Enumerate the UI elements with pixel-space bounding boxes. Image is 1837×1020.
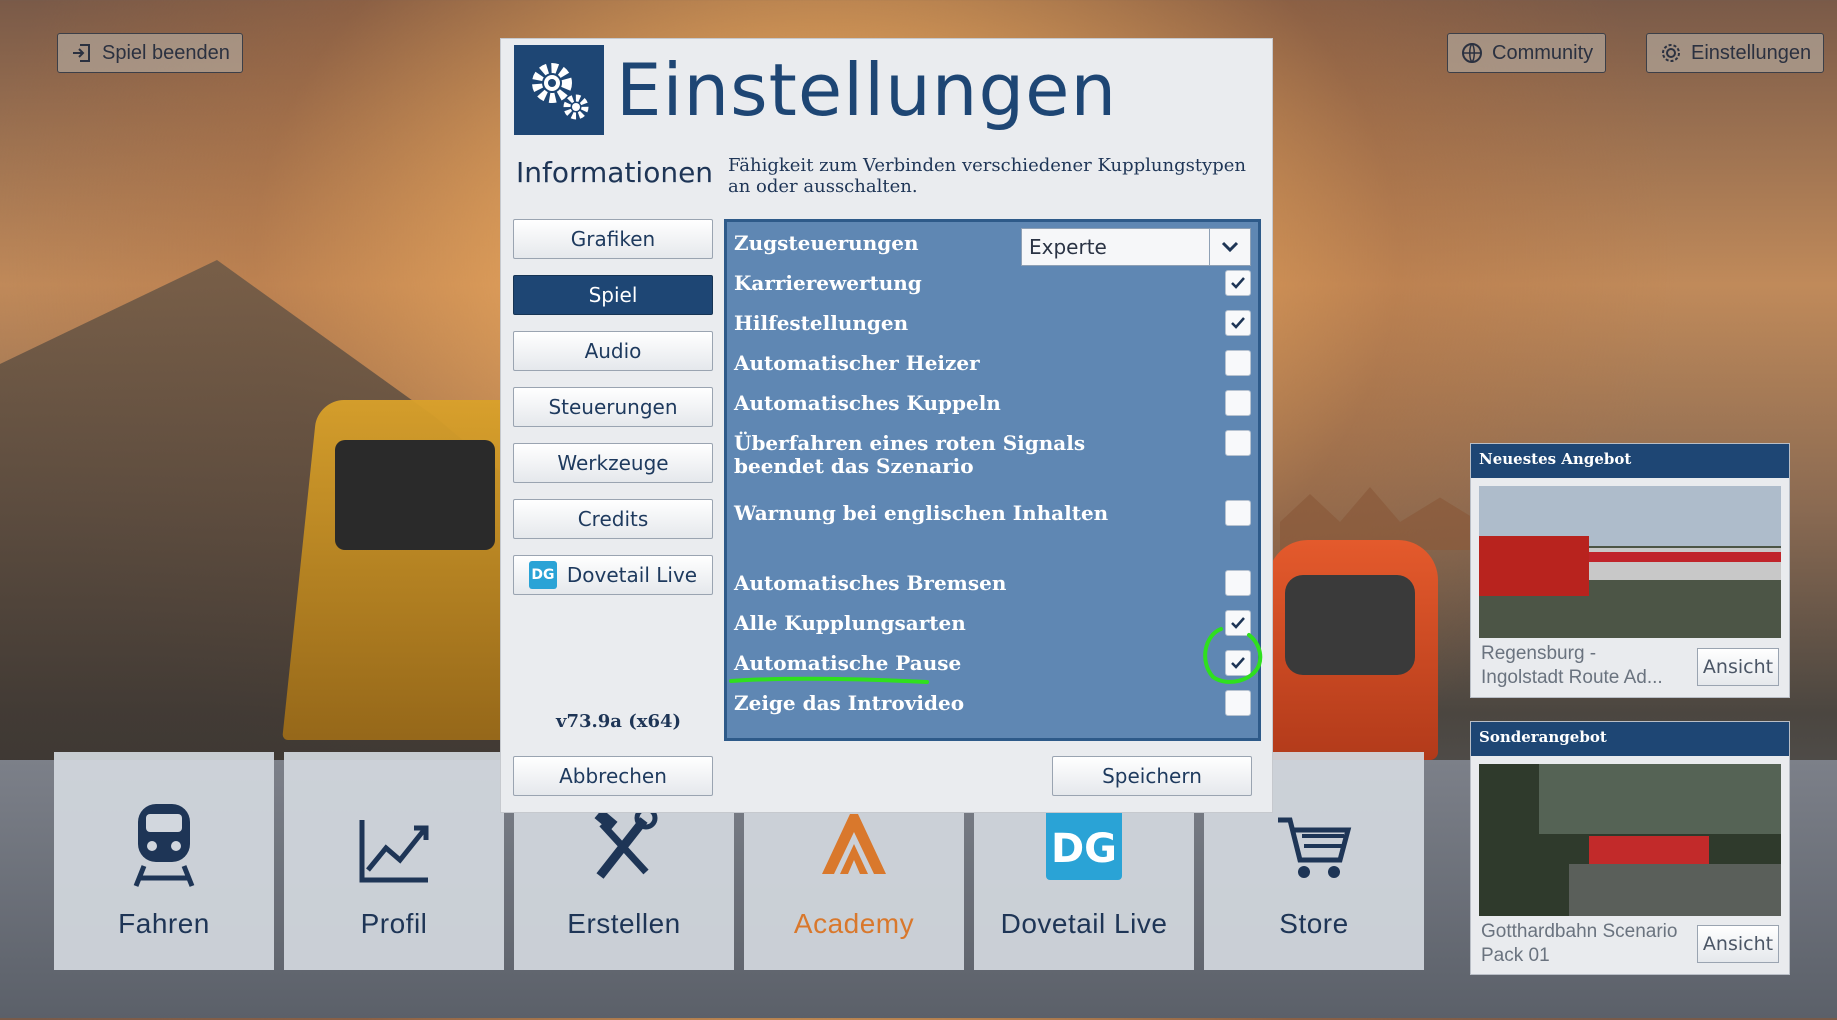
setting-label: Hilfestellungen (734, 311, 909, 335)
rotes-signal-checkbox[interactable] (1225, 430, 1251, 456)
checkmark-icon (1231, 317, 1245, 329)
tile-academy-label: Academy (793, 908, 915, 939)
background-locomotive-window (335, 440, 495, 550)
settings-gears-icon (514, 45, 604, 135)
cart-icon (1278, 817, 1352, 878)
chevron-down-icon (1209, 229, 1250, 265)
setting-label: Zeige das Introvideo (734, 691, 965, 715)
background-regional-train-window (1285, 575, 1415, 675)
tile-store-label: Store (1279, 908, 1349, 939)
nav-dovetail-live[interactable]: DG Dovetail Live (513, 555, 713, 595)
tile-fahren[interactable]: Fahren (54, 752, 274, 970)
gear-icon (1662, 44, 1680, 62)
dovetail-live-icon: DG (1046, 808, 1122, 880)
offer-view-button[interactable]: Ansicht (1697, 925, 1779, 963)
train-icon (133, 804, 195, 887)
annotation-underline (729, 676, 929, 684)
karrierewertung-checkbox[interactable] (1225, 270, 1251, 296)
introvideo-checkbox[interactable] (1225, 690, 1251, 716)
setting-label: Alle Kupplungsarten (734, 611, 966, 635)
automatisches-kuppeln-checkbox[interactable] (1225, 390, 1251, 416)
offer-name: Regensburg - Ingolstadt Route Ad... (1481, 643, 1663, 688)
settings-panel: Zugsteuerungen Experte Karrierewertung H… (724, 219, 1261, 741)
section-label: Informationen (516, 156, 714, 189)
svg-text:DG: DG (1051, 826, 1117, 872)
automatischer-heizer-checkbox[interactable] (1225, 350, 1251, 376)
exit-icon (73, 44, 90, 62)
nav-spiel[interactable]: Spiel (513, 275, 713, 315)
train-controls-dropdown[interactable]: Experte (1021, 228, 1251, 266)
version-label: v73.9a (x64) (556, 711, 682, 732)
setting-description: Fähigkeit zum Verbinden verschiedener Ku… (728, 155, 1247, 197)
nav-werkzeuge[interactable]: Werkzeuge (513, 443, 713, 483)
dialog-title: Einstellungen (616, 48, 1118, 132)
settings-dialog: Einstellungen Informationen Fähigkeit zu… (500, 38, 1273, 813)
nav-audio[interactable]: Audio (513, 331, 713, 371)
quit-game-label: Spiel beenden (102, 41, 230, 64)
tile-dovetail-live-label: Dovetail Live (1000, 908, 1168, 939)
setting-label: Automatisches Bremsen (734, 571, 1007, 595)
community-button[interactable]: Community (1447, 33, 1607, 73)
save-button[interactable]: Speichern (1052, 756, 1252, 796)
setting-label: Automatischer Heizer (734, 351, 980, 375)
academy-icon (822, 814, 886, 874)
warnung-englisch-checkbox[interactable] (1225, 500, 1251, 526)
dovetail-live-icon: DG (528, 561, 557, 589)
automatisches-bremsen-checkbox[interactable] (1225, 570, 1251, 596)
nav-credits[interactable]: Credits (513, 499, 713, 539)
settings-label: Einstellungen (1691, 41, 1812, 64)
setting-label: Überfahren eines roten Signals beendet d… (734, 431, 1086, 478)
settings-button[interactable]: Einstellungen (1646, 33, 1825, 73)
tile-fahren-label: Fahren (118, 908, 210, 939)
community-label: Community (1492, 41, 1594, 64)
offer-image-gotthardbahn (1479, 764, 1781, 916)
annotation-circle (1203, 627, 1263, 684)
cancel-button[interactable]: Abbrechen (513, 756, 713, 796)
chart-icon (359, 820, 429, 883)
setting-label: Karrierewertung (734, 271, 922, 295)
offer-image-regensburg (1479, 486, 1781, 638)
nav-steuerungen[interactable]: Steuerungen (513, 387, 713, 427)
tile-profil[interactable]: Profil (284, 752, 504, 970)
tile-profil-label: Profil (360, 908, 428, 939)
offer-view-button[interactable]: Ansicht (1697, 648, 1779, 686)
tools-icon (594, 806, 658, 879)
offer-header: Neuestes Angebot (1471, 444, 1789, 478)
offer-card-special[interactable]: Sonderangebot Gotthardbahn Scenario Pack… (1470, 721, 1790, 975)
setting-label: Automatische Pause (734, 651, 962, 675)
offer-header: Sonderangebot (1471, 722, 1789, 756)
nav-grafiken[interactable]: Grafiken (513, 219, 713, 259)
nav-dovetail-live-label: Dovetail Live (566, 563, 698, 587)
offer-card-newest[interactable]: Neuestes Angebot Regensburg - Ingolstadt… (1470, 443, 1790, 698)
offer-name: Gotthardbahn Scenario Pack 01 (1481, 921, 1678, 966)
checkmark-icon (1231, 277, 1245, 289)
dropdown-value: Experte (1029, 235, 1107, 259)
hilfestellungen-checkbox[interactable] (1225, 310, 1251, 336)
tile-erstellen-label: Erstellen (567, 908, 681, 939)
setting-label: Warnung bei englischen Inhalten (734, 501, 1109, 525)
setting-label: Automatisches Kuppeln (734, 391, 1001, 415)
quit-game-button[interactable]: Spiel beenden (57, 33, 243, 73)
globe-icon (1462, 43, 1482, 63)
